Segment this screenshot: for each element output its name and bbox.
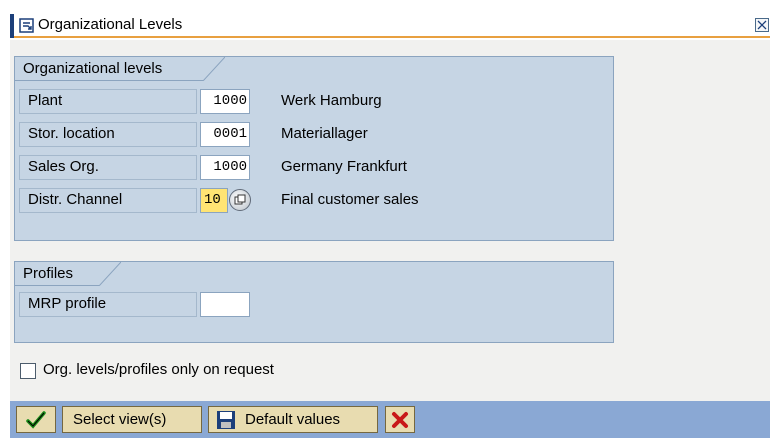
- window-title: Organizational Levels: [38, 16, 183, 33]
- plant-description: Werk Hamburg: [281, 92, 382, 109]
- group-title-tab: [203, 57, 225, 81]
- window-titlebar: Organizational Levels: [10, 14, 770, 38]
- default-values-label: Default values: [245, 411, 341, 428]
- default-values-button[interactable]: Default values: [208, 406, 378, 433]
- confirm-button[interactable]: [16, 406, 56, 433]
- org-levels-group: Organizational levels Plant 1000 Werk Ha…: [14, 56, 614, 241]
- value-help-button[interactable]: [229, 189, 251, 211]
- footer-toolbar: Select view(s) Default values: [10, 401, 770, 438]
- value-help-icon: [234, 194, 246, 205]
- cancel-x-icon: [392, 411, 408, 428]
- cancel-button[interactable]: [385, 406, 415, 433]
- org-levels-group-title: Organizational levels: [15, 57, 203, 81]
- mrp-profile-input[interactable]: [200, 292, 250, 317]
- profiles-group: Profiles MRP profile: [14, 261, 614, 343]
- sales-org-description: Germany Frankfurt: [281, 158, 407, 175]
- storage-location-label: Stor. location: [19, 122, 197, 147]
- distr-channel-label: Distr. Channel: [19, 188, 197, 213]
- sales-org-label: Sales Org.: [19, 155, 197, 180]
- distr-channel-input[interactable]: 10: [200, 188, 228, 213]
- plant-input[interactable]: 1000: [200, 89, 250, 114]
- storage-location-input[interactable]: 0001: [200, 122, 250, 147]
- select-views-button[interactable]: Select view(s): [62, 406, 202, 433]
- titlebar-strip: [10, 14, 14, 38]
- plant-label: Plant: [19, 89, 197, 114]
- window-icon: [19, 18, 35, 34]
- sales-org-input[interactable]: 1000: [200, 155, 250, 180]
- checkmark-icon: [26, 410, 46, 429]
- select-views-label: Select view(s): [73, 411, 167, 428]
- close-button[interactable]: [755, 18, 769, 32]
- distr-channel-description: Final customer sales: [281, 191, 419, 208]
- dialog-body: Organizational levels Plant 1000 Werk Ha…: [10, 40, 770, 438]
- storage-location-description: Materiallager: [281, 125, 368, 142]
- mrp-profile-label: MRP profile: [19, 292, 197, 317]
- profiles-group-title: Profiles: [15, 262, 99, 286]
- only-on-request-checkbox[interactable]: [20, 363, 36, 379]
- only-on-request-label: Org. levels/profiles only on request: [43, 361, 274, 378]
- close-icon: [757, 20, 767, 30]
- profiles-title-tab: [99, 262, 121, 286]
- save-disk-icon: [215, 409, 237, 431]
